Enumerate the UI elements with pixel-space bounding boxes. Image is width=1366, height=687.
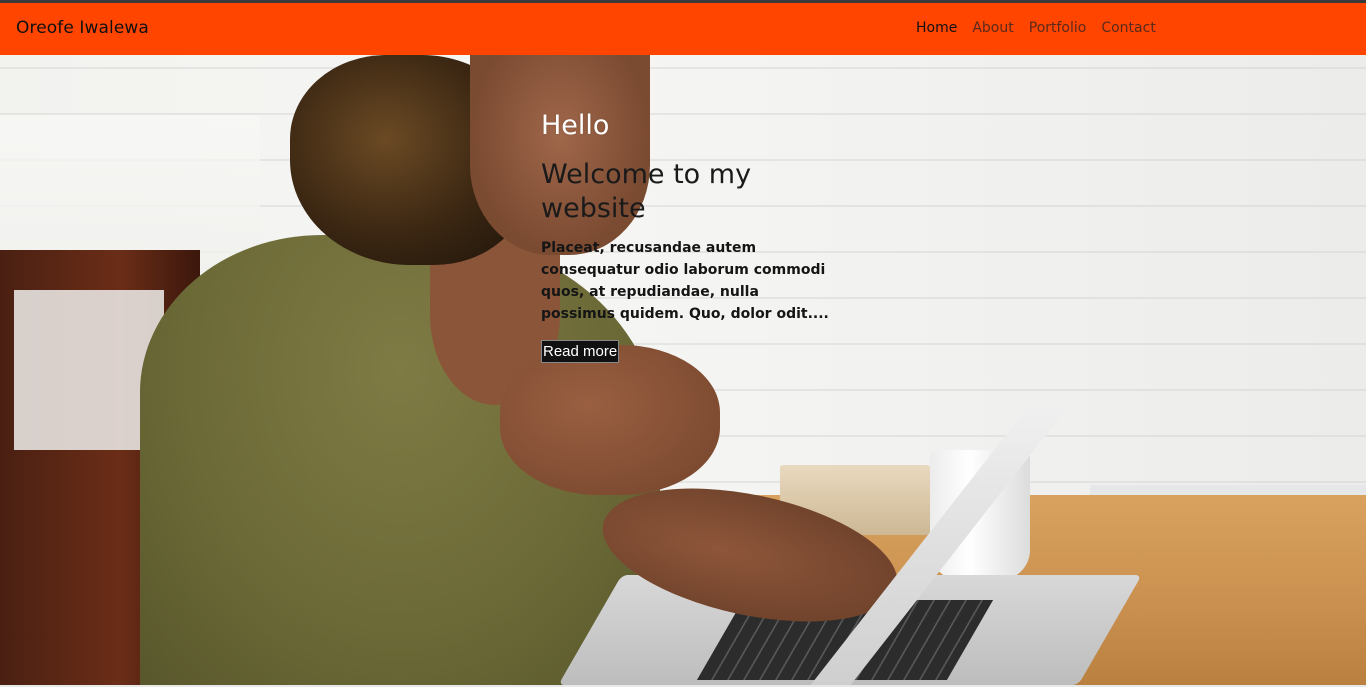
nav-links: Home About Portfolio Contact xyxy=(916,20,1156,36)
hero-greeting: Hello xyxy=(541,110,610,141)
hero-text: Placeat, recusandae autem consequatur od… xyxy=(541,240,829,322)
nav-link-about[interactable]: About xyxy=(972,20,1013,36)
nav-link-portfolio[interactable]: Portfolio xyxy=(1029,20,1087,36)
hero-title: Welcome to my website xyxy=(541,159,752,224)
nav-link-home[interactable]: Home xyxy=(916,20,957,36)
read-more-button[interactable]: Read more xyxy=(541,340,620,363)
hero-background-person-arm xyxy=(500,345,720,495)
nav-link-contact[interactable]: Contact xyxy=(1101,20,1155,36)
navbar: Oreofe Iwalewa Home About Portfolio Cont… xyxy=(0,3,1366,55)
brand-link[interactable]: Oreofe Iwalewa xyxy=(16,18,149,38)
hero-section xyxy=(0,55,1366,685)
